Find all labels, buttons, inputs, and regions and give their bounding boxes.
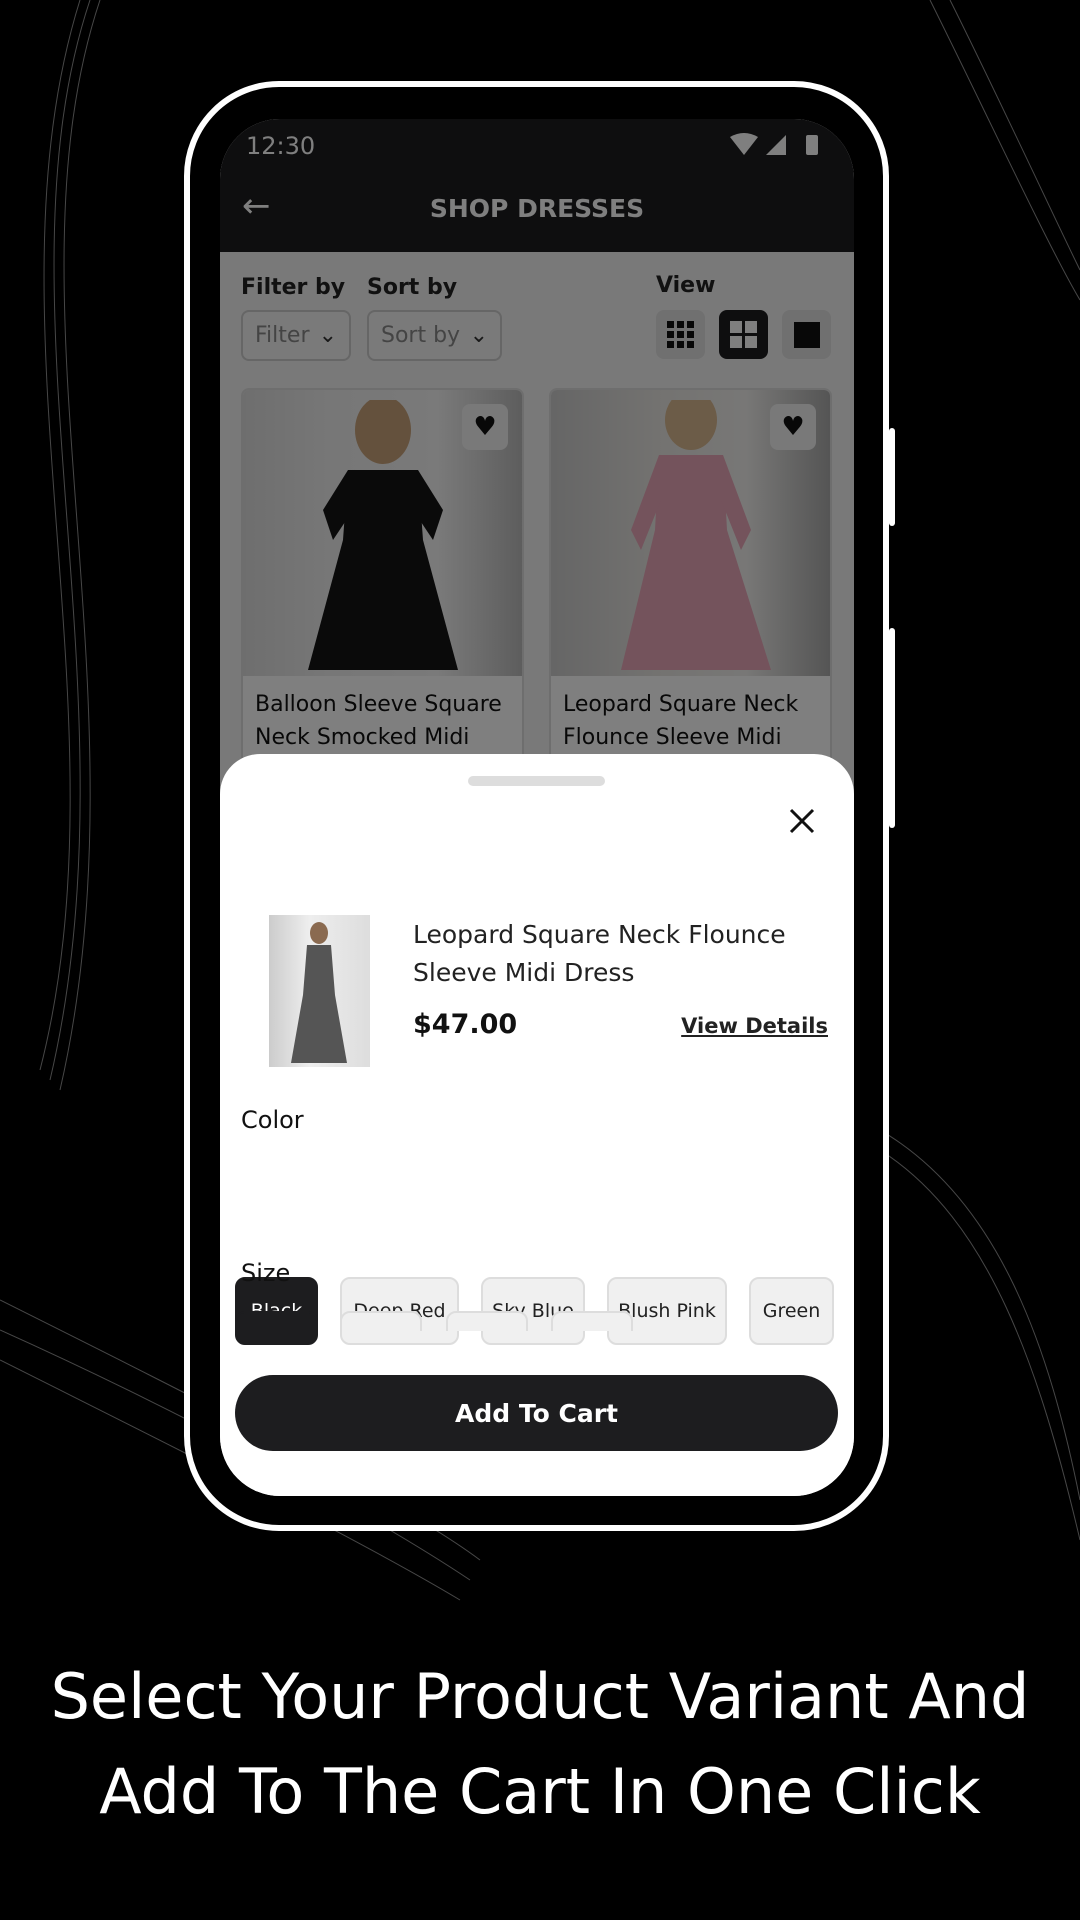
drag-handle[interactable] (468, 776, 605, 786)
caption-line-1: Select Your Product Variant And (50, 1660, 1030, 1733)
power-button (889, 628, 895, 828)
size-label: Size (241, 1259, 291, 1287)
view-details-link[interactable]: View Details (681, 1014, 828, 1038)
volume-button (889, 428, 895, 526)
phone-screen: 12:30 ← SHOP DRESSES Filter by Sort by V… (220, 119, 854, 1496)
product-name: Leopard Square Neck Flounce (413, 920, 786, 949)
size-option[interactable] (235, 1311, 318, 1331)
product-price: $47.00 (413, 1009, 518, 1040)
modal-backdrop[interactable] (220, 119, 854, 819)
size-option[interactable] (340, 1311, 422, 1331)
size-options (220, 1309, 854, 1331)
close-icon[interactable] (788, 807, 816, 835)
caption-line-2: Add To The Cart In One Click (99, 1755, 981, 1828)
product-thumbnail (269, 915, 370, 1067)
size-option[interactable] (551, 1311, 633, 1331)
product-name: Sleeve Midi Dress (413, 958, 635, 987)
color-label: Color (241, 1106, 304, 1134)
size-option[interactable] (446, 1311, 528, 1331)
variant-bottom-sheet: Leopard Square Neck Flounce Sleeve Midi … (220, 754, 854, 1496)
add-to-cart-button[interactable]: Add To Cart (235, 1375, 838, 1451)
